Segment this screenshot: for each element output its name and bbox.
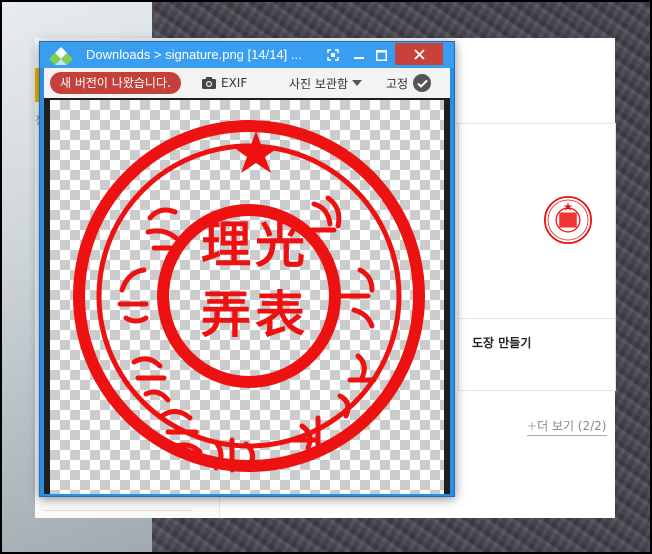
title-bar[interactable]: Downloads > signature.png [14/14] ...: [40, 42, 454, 68]
chevron-down-icon: [352, 80, 363, 86]
close-icon: [413, 48, 425, 60]
image-viewer-window[interactable]: Downloads > signature.png [14/14] ... 새 …: [39, 41, 455, 497]
viewer-toolbar: 새 버전이 나왔습니다. EXIF 사진 보관함 고정: [44, 68, 450, 98]
svg-text:弄: 弄: [201, 285, 251, 344]
exif-button[interactable]: EXIF: [202, 73, 247, 93]
seal-stamp-image: 理 光 弄 表: [73, 120, 425, 473]
more-link[interactable]: +더 보기 (2/2): [527, 417, 607, 436]
fit-screen-button[interactable]: [320, 44, 346, 66]
album-label: 사진 보관함: [289, 76, 349, 91]
transparency-checkerboard: 理 光 弄 表: [50, 100, 444, 494]
camera-icon: [202, 77, 216, 89]
image-canvas[interactable]: 理 光 弄 表: [44, 98, 450, 494]
svg-text:光: 光: [255, 215, 305, 274]
photo-album-dropdown[interactable]: 사진 보관함: [289, 73, 363, 93]
close-button[interactable]: [395, 43, 443, 65]
pin-toggle[interactable]: 고정: [386, 72, 432, 94]
stamp-maker-card[interactable]: 도장 만들기: [458, 123, 616, 391]
stamp-thumbnail-image: [544, 196, 592, 244]
pin-label: 고정: [386, 76, 409, 91]
fit-screen-icon: [327, 49, 339, 61]
stamp-thumbnail[interactable]: [459, 124, 615, 319]
more-link-label: 더 보기 (2/2): [537, 419, 607, 433]
plus-icon: +: [527, 419, 538, 433]
maximize-button[interactable]: [368, 44, 394, 66]
card-caption: 도장 만들기: [472, 336, 532, 350]
minimize-icon: [354, 57, 364, 59]
app-logo-icon: [49, 47, 73, 65]
seal-char-row1: 理: [201, 215, 251, 274]
update-notice-button[interactable]: 새 버전이 나왔습니다.: [50, 72, 181, 94]
maximize-icon: [375, 49, 387, 61]
window-title: Downloads > signature.png [14/14] ...: [86, 47, 302, 62]
exif-label: EXIF: [221, 76, 248, 90]
check-icon: [413, 74, 432, 92]
divider: [43, 510, 193, 511]
svg-text:表: 表: [255, 285, 305, 344]
